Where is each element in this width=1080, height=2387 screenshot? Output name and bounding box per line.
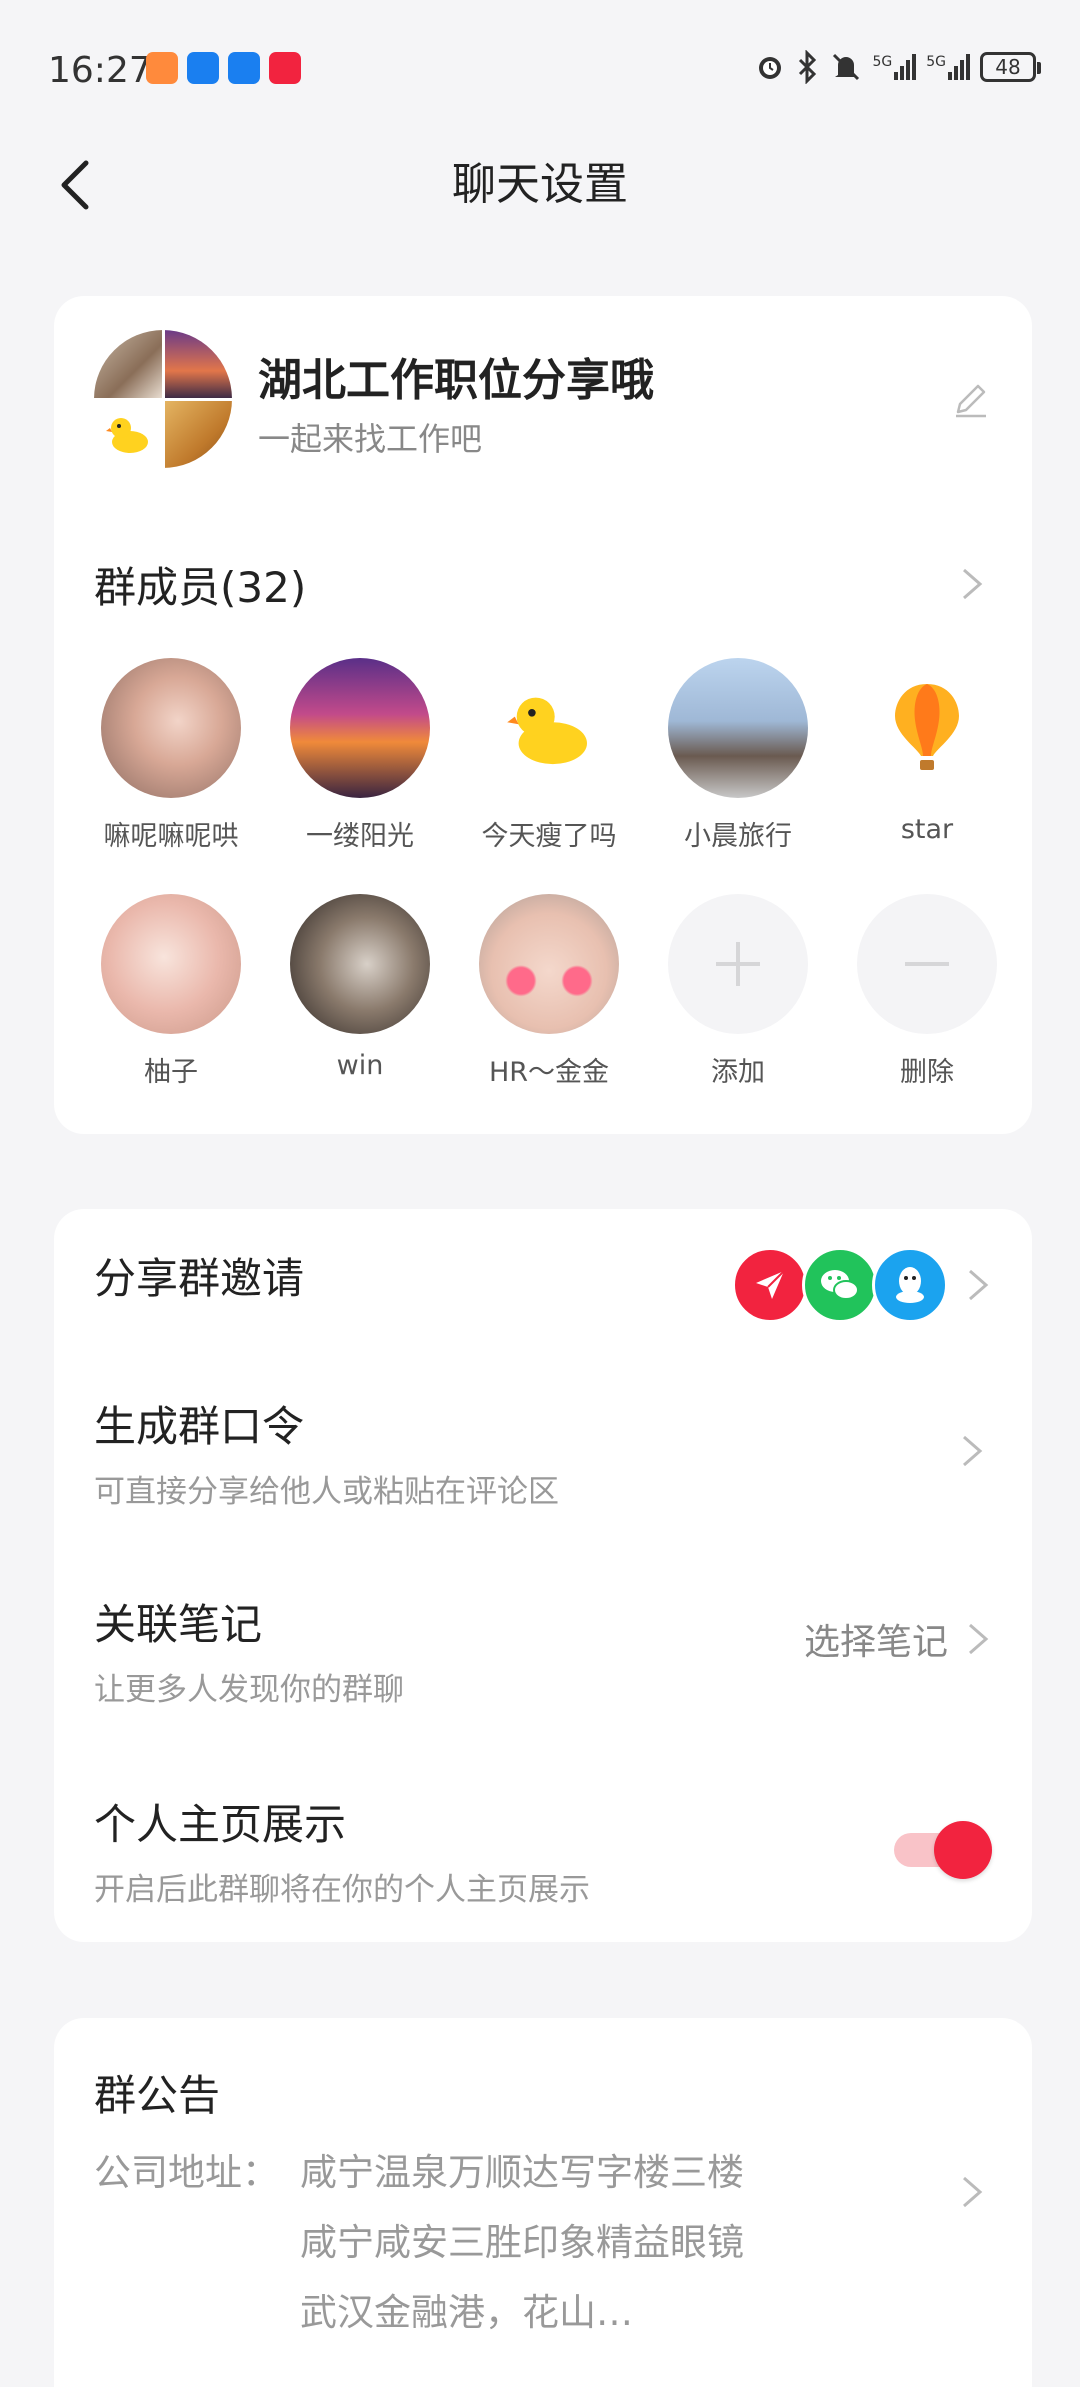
member-item[interactable]: 柚子 (81, 894, 261, 1089)
member-item[interactable]: 今天瘦了吗 (459, 658, 639, 853)
notice-line: 咸宁咸安三胜印象精益眼镜 (300, 2221, 744, 2264)
duck-icon (507, 697, 587, 765)
group-password-row[interactable]: 生成群口令 可直接分享给他人或粘贴在评论区 (94, 1393, 992, 1533)
members-header[interactable]: 群成员(32) (94, 554, 306, 615)
avatar-tile (164, 400, 232, 468)
profile-display-title: 个人主页展示 (94, 1800, 347, 1849)
member-avatar (668, 658, 808, 798)
signal-icon-2: 5G (926, 54, 970, 80)
minus-icon (857, 894, 997, 1034)
member-avatar (479, 894, 619, 1034)
notice-lines: 咸宁温泉万顺达写字楼三楼 咸宁咸安三胜印象精益眼镜 武汉金融港，花山… (300, 2138, 744, 2348)
signal-icon-1: 5G (872, 54, 917, 80)
member-item[interactable]: 一缕阳光 (270, 658, 450, 853)
wechat-icon[interactable] (802, 1247, 878, 1323)
remove-member-button[interactable]: 删除 (837, 894, 1017, 1089)
member-avatar (857, 658, 997, 798)
member-item[interactable]: 小晨旅行 (648, 658, 828, 853)
notification-icons (146, 52, 301, 84)
avatar-tile (164, 330, 232, 398)
linked-note-subtitle: 让更多人发现你的群聊 (94, 1672, 404, 1708)
profile-display-toggle[interactable] (894, 1821, 992, 1879)
member-item[interactable]: star (837, 658, 1017, 845)
member-name: 一缕阳光 (306, 821, 414, 852)
notice-label: 公司地址： (94, 2151, 279, 2194)
edit-icon[interactable] (950, 378, 992, 420)
member-name: 小晨旅行 (684, 821, 792, 852)
status-bar: 16:27 5G 5G 48 (0, 0, 1080, 135)
member-name: 柚子 (144, 1057, 198, 1088)
send-icon[interactable] (732, 1247, 808, 1323)
group-avatar[interactable] (94, 330, 232, 468)
signal-label: 5G (926, 54, 946, 70)
member-item[interactable]: 嘛呢嘛呢哄 (81, 658, 261, 853)
group-name: 湖北工作职位分享哦 (258, 355, 654, 406)
share-invite-row[interactable]: 分享群邀请 (94, 1247, 992, 1347)
signal-label: 5G (872, 54, 893, 70)
chevron-right-icon[interactable] (964, 1265, 992, 1305)
member-item[interactable]: HR～金金 (459, 894, 639, 1089)
alarm-icon (759, 57, 782, 79)
bluetooth-icon (799, 50, 817, 84)
notice-title: 群公告 (94, 2071, 221, 2120)
app-notification-icon (269, 52, 301, 84)
page-title: 聊天设置 (452, 159, 628, 210)
profile-display-subtitle: 开启后此群聊将在你的个人主页展示 (94, 1872, 590, 1908)
member-name: 嘛呢嘛呢哄 (103, 821, 239, 852)
status-time: 16:27 (48, 50, 152, 91)
chevron-right-icon[interactable] (958, 1431, 986, 1471)
system-icons: 5G 5G 48 (754, 50, 1041, 84)
add-member-button[interactable]: 添加 (648, 894, 828, 1089)
group-password-subtitle: 可直接分享给他人或粘贴在评论区 (94, 1474, 559, 1510)
qq-icon[interactable] (872, 1247, 948, 1323)
group-description: 一起来找工作吧 (258, 420, 483, 458)
add-member-label: 添加 (711, 1057, 765, 1088)
toggle-knob (934, 1821, 992, 1879)
chevron-right-icon[interactable] (958, 2172, 986, 2212)
select-note-link[interactable]: 选择笔记 (804, 1613, 948, 1665)
mute-icon (833, 53, 860, 81)
member-name: star (900, 814, 954, 845)
app-notification-icon (228, 52, 260, 84)
linked-note-row[interactable]: 关联笔记 让更多人发现你的群聊 选择笔记 (94, 1591, 992, 1731)
share-channels (732, 1247, 948, 1323)
chevron-right-icon[interactable] (964, 1619, 992, 1659)
member-avatar (290, 894, 430, 1034)
avatar-tile (94, 400, 162, 468)
duck-icon (105, 418, 148, 454)
member-avatar (479, 658, 619, 798)
group-password-title: 生成群口令 (94, 1402, 305, 1451)
app-notification-icon (187, 52, 219, 84)
member-name: win (336, 1050, 384, 1081)
member-name: HR～金金 (488, 1057, 610, 1088)
settings-card: 分享群邀请 生成群口令 可直接分享给他人或粘贴在评论区 关联笔记 让更多人发现你… (54, 1209, 1032, 1942)
avatar-tile (94, 330, 162, 398)
member-item[interactable]: win (270, 894, 450, 1081)
group-notice-card[interactable]: 群公告 公司地址： 咸宁温泉万顺达写字楼三楼 咸宁咸安三胜印象精益眼镜 武汉金融… (54, 2018, 1032, 2387)
member-avatar (101, 894, 241, 1034)
app-notification-icon (146, 52, 178, 84)
balloon-icon (895, 684, 959, 770)
member-avatar (101, 658, 241, 798)
top-bar: 聊天设置 (0, 135, 1080, 235)
member-avatar (290, 658, 430, 798)
profile-display-row: 个人主页展示 开启后此群聊将在你的个人主页展示 (94, 1791, 992, 1931)
member-name: 今天瘦了吗 (481, 821, 617, 852)
notice-line: 武汉金融港，花山… (300, 2291, 633, 2334)
chevron-right-icon[interactable] (958, 564, 986, 604)
notice-line: 咸宁温泉万顺达写字楼三楼 (300, 2151, 744, 2194)
add-icon (668, 894, 808, 1034)
battery-icon: 48 (980, 52, 1041, 82)
group-info-card: 湖北工作职位分享哦 一起来找工作吧 群成员(32) 嘛呢嘛呢哄 一缕阳光 今天瘦… (54, 296, 1032, 1134)
remove-member-label: 删除 (900, 1057, 954, 1088)
